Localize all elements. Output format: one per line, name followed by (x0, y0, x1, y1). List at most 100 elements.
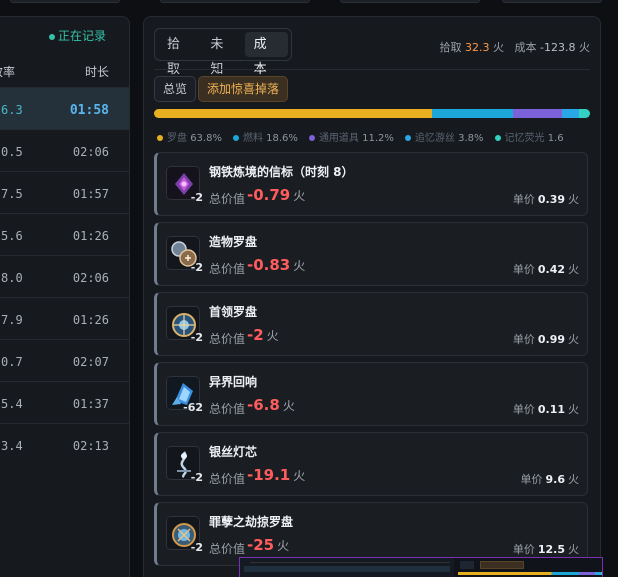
item-name: 银丝灯芯 (209, 445, 258, 459)
item-name: 钢铁炼境的信标（时刻 8） (209, 165, 354, 179)
total-value: -25 火 (247, 536, 289, 554)
unit-price: 单价 0.11 火 (513, 401, 579, 417)
total-value-number: -2 (247, 326, 264, 344)
legend-swatch-icon (157, 135, 163, 141)
category-legend: 罗盘 63.8% 燃料 18.6% 通用道具 11.2% 追忆游丝 3.8% 记忆荧光 … (157, 129, 575, 144)
duration-column-header[interactable]: 时长 (85, 63, 109, 80)
item-name: 罪孽之劫掠罗盘 (209, 515, 294, 529)
total-value: -6.8 火 (247, 396, 295, 414)
session-duration: 02:06 (72, 271, 109, 285)
session-duration: 01:37 (72, 397, 109, 411)
item-name: 造物罗盘 (209, 235, 258, 249)
session-row[interactable]: 5.6 01:26 (0, 213, 129, 255)
item-card[interactable]: -2 钢铁炼境的信标（时刻 8） 总价值 -0.79 火单价 0.39 火 (154, 152, 588, 216)
unit-price-label: 单价 (512, 263, 535, 276)
session-duration: 01:26 (72, 313, 109, 327)
tab-pickup[interactable]: 拾取 (158, 32, 201, 77)
unit-price-label: 单价 (512, 403, 535, 416)
unit-price-label: 单价 (512, 543, 535, 556)
session-row[interactable]: 0.7 02:07 (0, 339, 129, 381)
item-quantity: -2 (190, 331, 203, 344)
total-value-currency: 火 (282, 399, 295, 413)
item-quantity: -2 (190, 191, 203, 204)
session-row[interactable]: 8.0 02:06 (0, 255, 129, 297)
top-tab-stub (10, 0, 120, 3)
total-value-currency: 火 (293, 469, 306, 483)
session-rate: 5.4 (1, 397, 23, 411)
item-card[interactable]: -2 银丝灯芯 总价值 -19.1 火单价 9.6 火 (154, 432, 588, 496)
cost-summary: 拾取 32.3 火 成本 -123.8 火 (440, 39, 590, 55)
unit-price-currency: 火 (568, 263, 579, 276)
add-surprise-drop-button[interactable]: 添加惊喜掉落 (198, 76, 289, 102)
total-value-label: 总价值 (209, 262, 246, 276)
legend-name: 追忆游丝 (414, 133, 455, 144)
pick-value: 32.3 (465, 41, 490, 54)
total-value-label: 总价值 (209, 402, 246, 416)
rate-column-header[interactable]: 效率 (0, 63, 15, 80)
tab-cost[interactable]: 成本 (244, 32, 288, 77)
session-row[interactable]: 5.4 01:37 (0, 381, 129, 423)
overview-button[interactable]: 总览 (154, 76, 197, 102)
item-name: 异界回响 (209, 375, 258, 389)
session-row[interactable]: 3.4 02:13 (0, 423, 129, 465)
unit-price: 单价 12.5 火 (513, 541, 579, 557)
recording-dot-icon (49, 33, 55, 40)
legend-item: 记忆荧光 1.6 (494, 133, 564, 144)
category-distribution-bar (154, 109, 590, 118)
distribution-segment (154, 109, 433, 118)
total-value-number: -25 (247, 536, 275, 554)
unit-price-value: 0.42 (537, 263, 565, 276)
total-value-currency: 火 (293, 259, 306, 273)
total-value: -0.83 火 (247, 256, 305, 274)
total-value-number: -0.83 (247, 256, 291, 274)
top-tab-stub (340, 0, 480, 3)
total-value-currency: 火 (266, 329, 279, 343)
legend-name: 罗盘 (167, 133, 187, 144)
session-row[interactable]: 7.9 01:26 (0, 297, 129, 339)
session-rate: 3.4 (1, 439, 23, 453)
legend-item: 通用道具 11.2% (308, 133, 394, 144)
screenshot-thumbnail[interactable] (239, 557, 603, 577)
session-rate: 0.7 (1, 355, 23, 369)
session-row[interactable]: 6.3 01:58 (0, 87, 129, 129)
total-value-label: 总价值 (209, 472, 246, 486)
legend-swatch-icon (232, 135, 239, 141)
unit-price-value: 12.5 (537, 543, 565, 556)
session-rate: 6.3 (1, 103, 23, 117)
session-rows: 6.3 01:58 0.5 02:06 7.5 01:57 5.6 01:26 8.0 02:06… (0, 87, 129, 465)
recording-status: 正在记录 (49, 27, 106, 44)
top-tab-stub (160, 0, 310, 3)
unit-price-value: 0.11 (537, 403, 565, 416)
top-tab-stub (502, 0, 602, 3)
legend-swatch-icon (404, 135, 411, 141)
cost-unit: 火 (579, 41, 590, 54)
session-rate: 7.5 (1, 187, 23, 201)
pick-label: 拾取 (439, 41, 462, 54)
thumbnail-left (240, 558, 454, 577)
view-tabs: 拾取 未知 成本 (154, 28, 292, 77)
tab-unknown[interactable]: 未知 (201, 32, 244, 77)
item-quantity: -62 (183, 401, 203, 414)
legend-name: 通用道具 (318, 133, 359, 144)
item-card[interactable]: -2 首领罗盘 总价值 -2 火单价 0.99 火 (154, 292, 588, 356)
legend-item: 追忆游丝 3.8% (404, 133, 484, 144)
session-row[interactable]: 7.5 01:57 (0, 171, 129, 213)
session-rate: 5.6 (1, 229, 23, 243)
item-card[interactable]: -2 造物罗盘 总价值 -0.83 火单价 0.42 火 (154, 222, 588, 286)
distribution-segment (432, 109, 514, 118)
unit-price-currency: 火 (568, 473, 579, 486)
unit-price-currency: 火 (568, 333, 579, 346)
total-value-currency: 火 (277, 539, 290, 553)
legend-percent: 18.6% (266, 133, 298, 144)
item-quantity: -2 (190, 541, 203, 554)
total-value-number: -6.8 (247, 396, 280, 414)
legend-swatch-icon (308, 135, 315, 141)
session-duration: 01:57 (72, 187, 109, 201)
unit-price: 单价 0.39 火 (513, 191, 579, 207)
pick-unit: 火 (493, 41, 505, 54)
session-row[interactable]: 0.5 02:06 (0, 129, 129, 171)
item-card[interactable]: -62 异界回响 总价值 -6.8 火单价 0.11 火 (154, 362, 588, 426)
unit-price-value: 9.6 (545, 473, 566, 486)
total-value-label: 总价值 (209, 192, 246, 206)
distribution-segment (578, 109, 590, 118)
